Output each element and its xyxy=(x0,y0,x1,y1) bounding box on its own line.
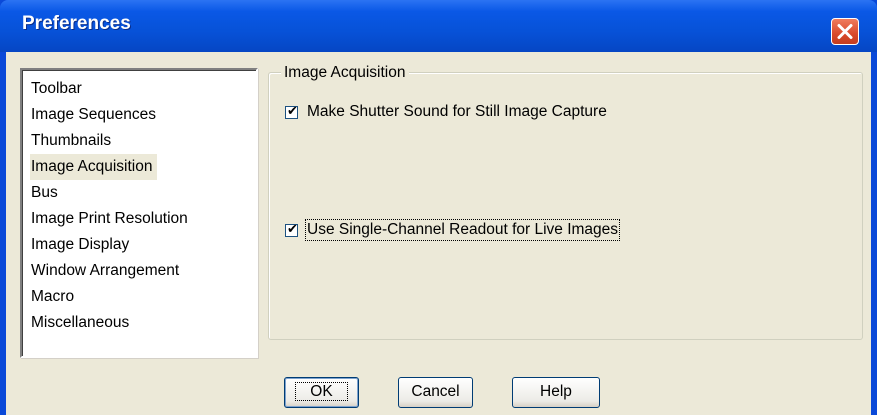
category-item-image-sequences[interactable]: Image Sequences xyxy=(30,102,252,128)
ok-button[interactable]: OK xyxy=(284,377,359,408)
single-channel-readout-checkbox[interactable]: ✔ xyxy=(285,221,298,237)
category-item-bus[interactable]: Bus xyxy=(30,180,252,206)
close-button[interactable] xyxy=(831,18,859,45)
image-acquisition-group: Image Acquisition ✔ Make Shutter Sound f… xyxy=(268,64,863,340)
title-bar[interactable]: Preferences xyxy=(0,0,877,52)
category-item-image-print-resolution[interactable]: Image Print Resolution xyxy=(30,206,252,232)
category-list[interactable]: Toolbar Image Sequences Thumbnails Image… xyxy=(20,68,258,358)
close-icon xyxy=(837,24,853,39)
ok-button-label: OK xyxy=(295,382,348,401)
preferences-dialog: Preferences Toolbar Image Sequences Thum… xyxy=(0,0,877,415)
shutter-sound-label[interactable]: Make Shutter Sound for Still Image Captu… xyxy=(307,103,607,121)
shutter-sound-option[interactable]: ✔ Make Shutter Sound for Still Image Cap… xyxy=(285,103,607,121)
category-item-thumbnails[interactable]: Thumbnails xyxy=(30,128,252,154)
help-button-label: Help xyxy=(540,383,572,400)
dialog-body: Toolbar Image Sequences Thumbnails Image… xyxy=(6,52,871,415)
window-title: Preferences xyxy=(22,13,131,34)
category-item-macro[interactable]: Macro xyxy=(30,284,252,310)
checkmark-icon: ✔ xyxy=(287,103,298,119)
category-item-window-arrangement[interactable]: Window Arrangement xyxy=(30,258,252,284)
category-item-image-acquisition[interactable]: Image Acquisition xyxy=(30,154,157,180)
cancel-button-label: Cancel xyxy=(411,383,460,400)
help-button[interactable]: Help xyxy=(512,377,600,408)
category-item-image-display[interactable]: Image Display xyxy=(30,232,252,258)
category-item-toolbar[interactable]: Toolbar xyxy=(30,76,252,102)
single-channel-readout-option[interactable]: ✔ Use Single-Channel Readout for Live Im… xyxy=(285,219,621,241)
cancel-button[interactable]: Cancel xyxy=(398,377,473,408)
single-channel-readout-label[interactable]: Use Single-Channel Readout for Live Imag… xyxy=(304,219,621,241)
category-item-miscellaneous[interactable]: Miscellaneous xyxy=(30,310,252,336)
shutter-sound-checkbox[interactable]: ✔ xyxy=(285,103,298,119)
checkmark-icon: ✔ xyxy=(287,221,298,237)
group-title: Image Acquisition xyxy=(281,64,409,82)
